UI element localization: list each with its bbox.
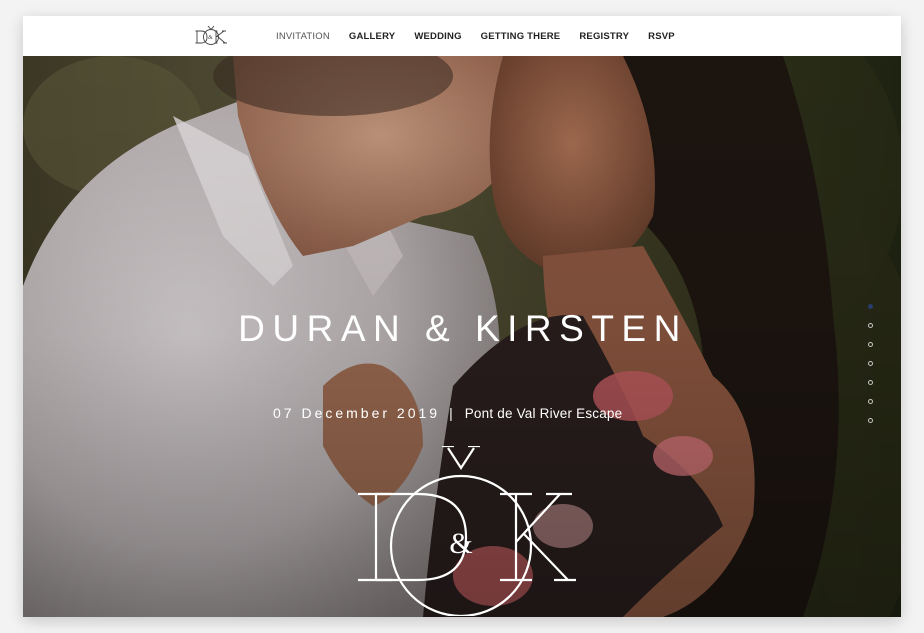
browser-frame: & INVITATION GALLERY WEDDING GETTING THE… [23, 16, 901, 617]
svg-text:&: & [449, 527, 472, 560]
hero-section: DURAN & KIRSTEN 07 December 2019 | Pont … [23, 56, 901, 617]
dk-monogram-icon: & [358, 446, 576, 616]
nav-item-registry[interactable]: REGISTRY [579, 31, 629, 42]
nav-item-wedding[interactable]: WEDDING [414, 31, 461, 42]
event-details: 07 December 2019 | Pont de Val River Esc… [273, 403, 622, 423]
section-dot[interactable] [867, 304, 873, 309]
nav-item-gallery[interactable]: GALLERY [349, 31, 395, 42]
top-navigation-bar: & INVITATION GALLERY WEDDING GETTING THE… [23, 16, 901, 56]
couple-names-title: DURAN & KIRSTEN [238, 308, 688, 349]
wedding-venue: Pont de Val River Escape [464, 405, 623, 421]
main-nav-menu: INVITATION GALLERY WEDDING GETTING THERE… [276, 16, 694, 56]
detail-separator: | [449, 405, 453, 421]
nav-item-invitation[interactable]: INVITATION [276, 31, 330, 42]
section-dot[interactable] [867, 342, 873, 347]
section-dot[interactable] [867, 380, 873, 385]
svg-text:&: & [208, 35, 213, 41]
dk-logo-icon[interactable]: & [194, 24, 228, 48]
wedding-date: 07 December 2019 [273, 405, 441, 421]
nav-item-getting-there[interactable]: GETTING THERE [481, 31, 561, 42]
section-dot-navigation [865, 304, 875, 423]
nav-item-rsvp[interactable]: RSVP [648, 31, 675, 42]
section-dot[interactable] [867, 361, 873, 366]
section-dot[interactable] [867, 399, 873, 404]
section-dot[interactable] [867, 323, 873, 328]
section-dot[interactable] [867, 418, 873, 423]
